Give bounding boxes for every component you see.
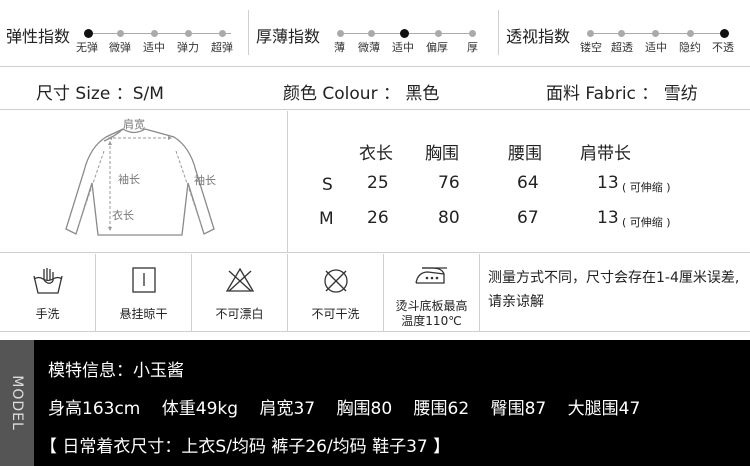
- measurement: 大腿围47: [567, 399, 641, 419]
- care-hand-wash: 手洗: [0, 254, 96, 332]
- hand-wash-icon: [32, 268, 63, 294]
- level-label: 厚: [467, 41, 478, 54]
- level-label: 不透: [712, 41, 734, 54]
- level-label: 弹力: [177, 41, 199, 54]
- stretch-note: ( 可伸缩 ): [622, 181, 671, 194]
- shirt-diagram: 肩宽 袖长 袖长 衣长: [0, 111, 288, 253]
- no-dry-clean-icon: [323, 269, 348, 293]
- scale-dot: [687, 30, 694, 37]
- model-tab-label: MODEL: [9, 375, 25, 431]
- care-hang-dry: 悬挂晾干: [96, 254, 192, 332]
- cell-value: 13: [597, 173, 619, 193]
- measurement: 臀围87: [490, 399, 547, 419]
- care-label: 悬挂晾干: [119, 307, 168, 321]
- measurement: 胸围80: [336, 399, 393, 419]
- shoulder-label: 肩宽: [123, 118, 145, 131]
- scale-dot: [368, 30, 375, 37]
- care-no-bleach: 不可漂白: [192, 254, 288, 332]
- shirt-outline-icon: [65, 128, 215, 236]
- level-label: 超透: [611, 41, 633, 54]
- index-title: 透视指数: [506, 27, 571, 46]
- cell-value: 76: [438, 173, 460, 193]
- no-bleach-icon: [225, 267, 254, 292]
- model-section: MODEL 模特信息：小玉酱 身高163cm 体重49kg 肩宽37 胸围80 …: [0, 340, 750, 466]
- size-section: 肩宽 袖长 袖长 衣长 衣长 胸围 腰围 肩带长 S 25 76 64 13 (…: [0, 111, 750, 253]
- level-label: 偏厚: [426, 41, 448, 54]
- level-label: 薄: [334, 41, 345, 54]
- cell-value: 25: [367, 173, 389, 193]
- size-table: 衣长 胸围 腰围 肩带长 S 25 76 64 13 ( 可伸缩 ) M 26 …: [300, 111, 750, 253]
- care-no-dry-clean: 不可干洗: [288, 254, 384, 332]
- hang-dry-icon: [131, 267, 156, 293]
- row-size-s: S: [322, 175, 333, 195]
- fabric-attribute: 面料 Fabric ： 雪纺: [546, 84, 698, 104]
- scale-dot: [435, 30, 442, 37]
- measurement: 体重49kg: [161, 399, 239, 419]
- care-label: 不可干洗: [311, 307, 360, 321]
- model-info: 模特信息：小玉酱: [48, 361, 184, 381]
- level-label: 隐约: [679, 41, 701, 54]
- thickness-index: 厚薄指数 薄 微薄 适中 偏厚 厚: [250, 0, 495, 67]
- index-title: 厚薄指数: [256, 27, 321, 46]
- col-header-strap: 肩带长: [580, 144, 631, 164]
- care-row: 手洗 悬挂晾干 不可漂白 不可干洗 烫斗底板最高 温度110℃ 测量方式不同，尺…: [0, 254, 750, 332]
- col-header-chest: 胸围: [425, 144, 459, 164]
- scale-dot: [587, 30, 594, 37]
- care-label-temp: 温度110℃: [401, 314, 462, 328]
- level-label: 镂空: [580, 41, 602, 54]
- level-label: 微薄: [358, 41, 380, 54]
- scale-dot-selected: [400, 29, 409, 38]
- index-title: 弹性指数: [6, 27, 71, 46]
- col-header-length: 衣长: [359, 144, 393, 164]
- elasticity-index: 弹性指数 无弹 微弹 适中 弹力 超弹: [0, 0, 245, 67]
- scale-dot: [151, 30, 158, 37]
- scale-dot-selected: [720, 29, 729, 38]
- index-row: 弹性指数 无弹 微弹 适中 弹力 超弹 厚薄指数 薄 微薄 适中 偏厚 厚 透视…: [0, 0, 750, 67]
- scale-dot: [185, 30, 192, 37]
- col-header-waist: 腰围: [508, 144, 542, 164]
- measurement: 腰围62: [413, 399, 470, 419]
- cell-value: 26: [367, 208, 389, 228]
- measurement-note: 测量方式不同，尺寸会存在1-4厘米误差,请亲谅解: [488, 270, 740, 310]
- size-attribute: 尺寸 Size ：S/M: [36, 84, 164, 104]
- level-label: 超弹: [211, 41, 233, 54]
- sleeve-label-left: 袖长: [118, 173, 140, 186]
- level-label: 适中: [392, 41, 414, 54]
- length-label: 衣长: [112, 209, 134, 222]
- attribute-row: 尺寸 Size ：S/M 颜色 Colour ： 黑色 面料 Fabric ： …: [0, 68, 750, 110]
- cell-value: 64: [517, 173, 539, 193]
- care-iron: 烫斗底板最高 温度110℃: [384, 254, 480, 332]
- cell-value: 80: [438, 208, 460, 228]
- stretch-note: ( 可伸缩 ): [622, 216, 671, 229]
- scale-dot: [337, 30, 344, 37]
- cell-value: 67: [517, 208, 539, 228]
- cell-value: 13: [597, 208, 619, 228]
- sleeve-label-right: 袖长: [194, 174, 216, 187]
- colour-attribute: 颜色 Colour ： 黑色: [283, 84, 440, 104]
- level-label: 适中: [143, 41, 165, 54]
- row-size-m: M: [319, 209, 334, 229]
- scale-dot: [469, 30, 476, 37]
- scale-dot: [219, 30, 226, 37]
- care-label: 手洗: [35, 307, 60, 321]
- level-label: 无弹: [76, 41, 98, 54]
- level-label: 适中: [645, 41, 667, 54]
- level-label: 微弹: [109, 41, 131, 54]
- transparency-index: 透视指数 镂空 超透 适中 隐约 不透: [500, 0, 750, 67]
- scale-dot: [618, 30, 625, 37]
- scale-dot-selected: [84, 29, 93, 38]
- measurement: 肩宽37: [259, 399, 316, 419]
- care-label: 不可漂白: [215, 307, 264, 321]
- model-measurements: 身高163cm 体重49kg 肩宽37 胸围80 腰围62 臀围87 大腿围47: [48, 394, 640, 419]
- scale-dot: [117, 30, 124, 37]
- daily-size: 【 日常着衣尺寸：上衣S/均码 裤子26/均码 鞋子37 】: [40, 437, 451, 457]
- scale-dot: [652, 30, 659, 37]
- model-tab: MODEL: [0, 340, 34, 466]
- measurement: 身高163cm: [48, 399, 141, 419]
- iron-icon: [414, 267, 447, 284]
